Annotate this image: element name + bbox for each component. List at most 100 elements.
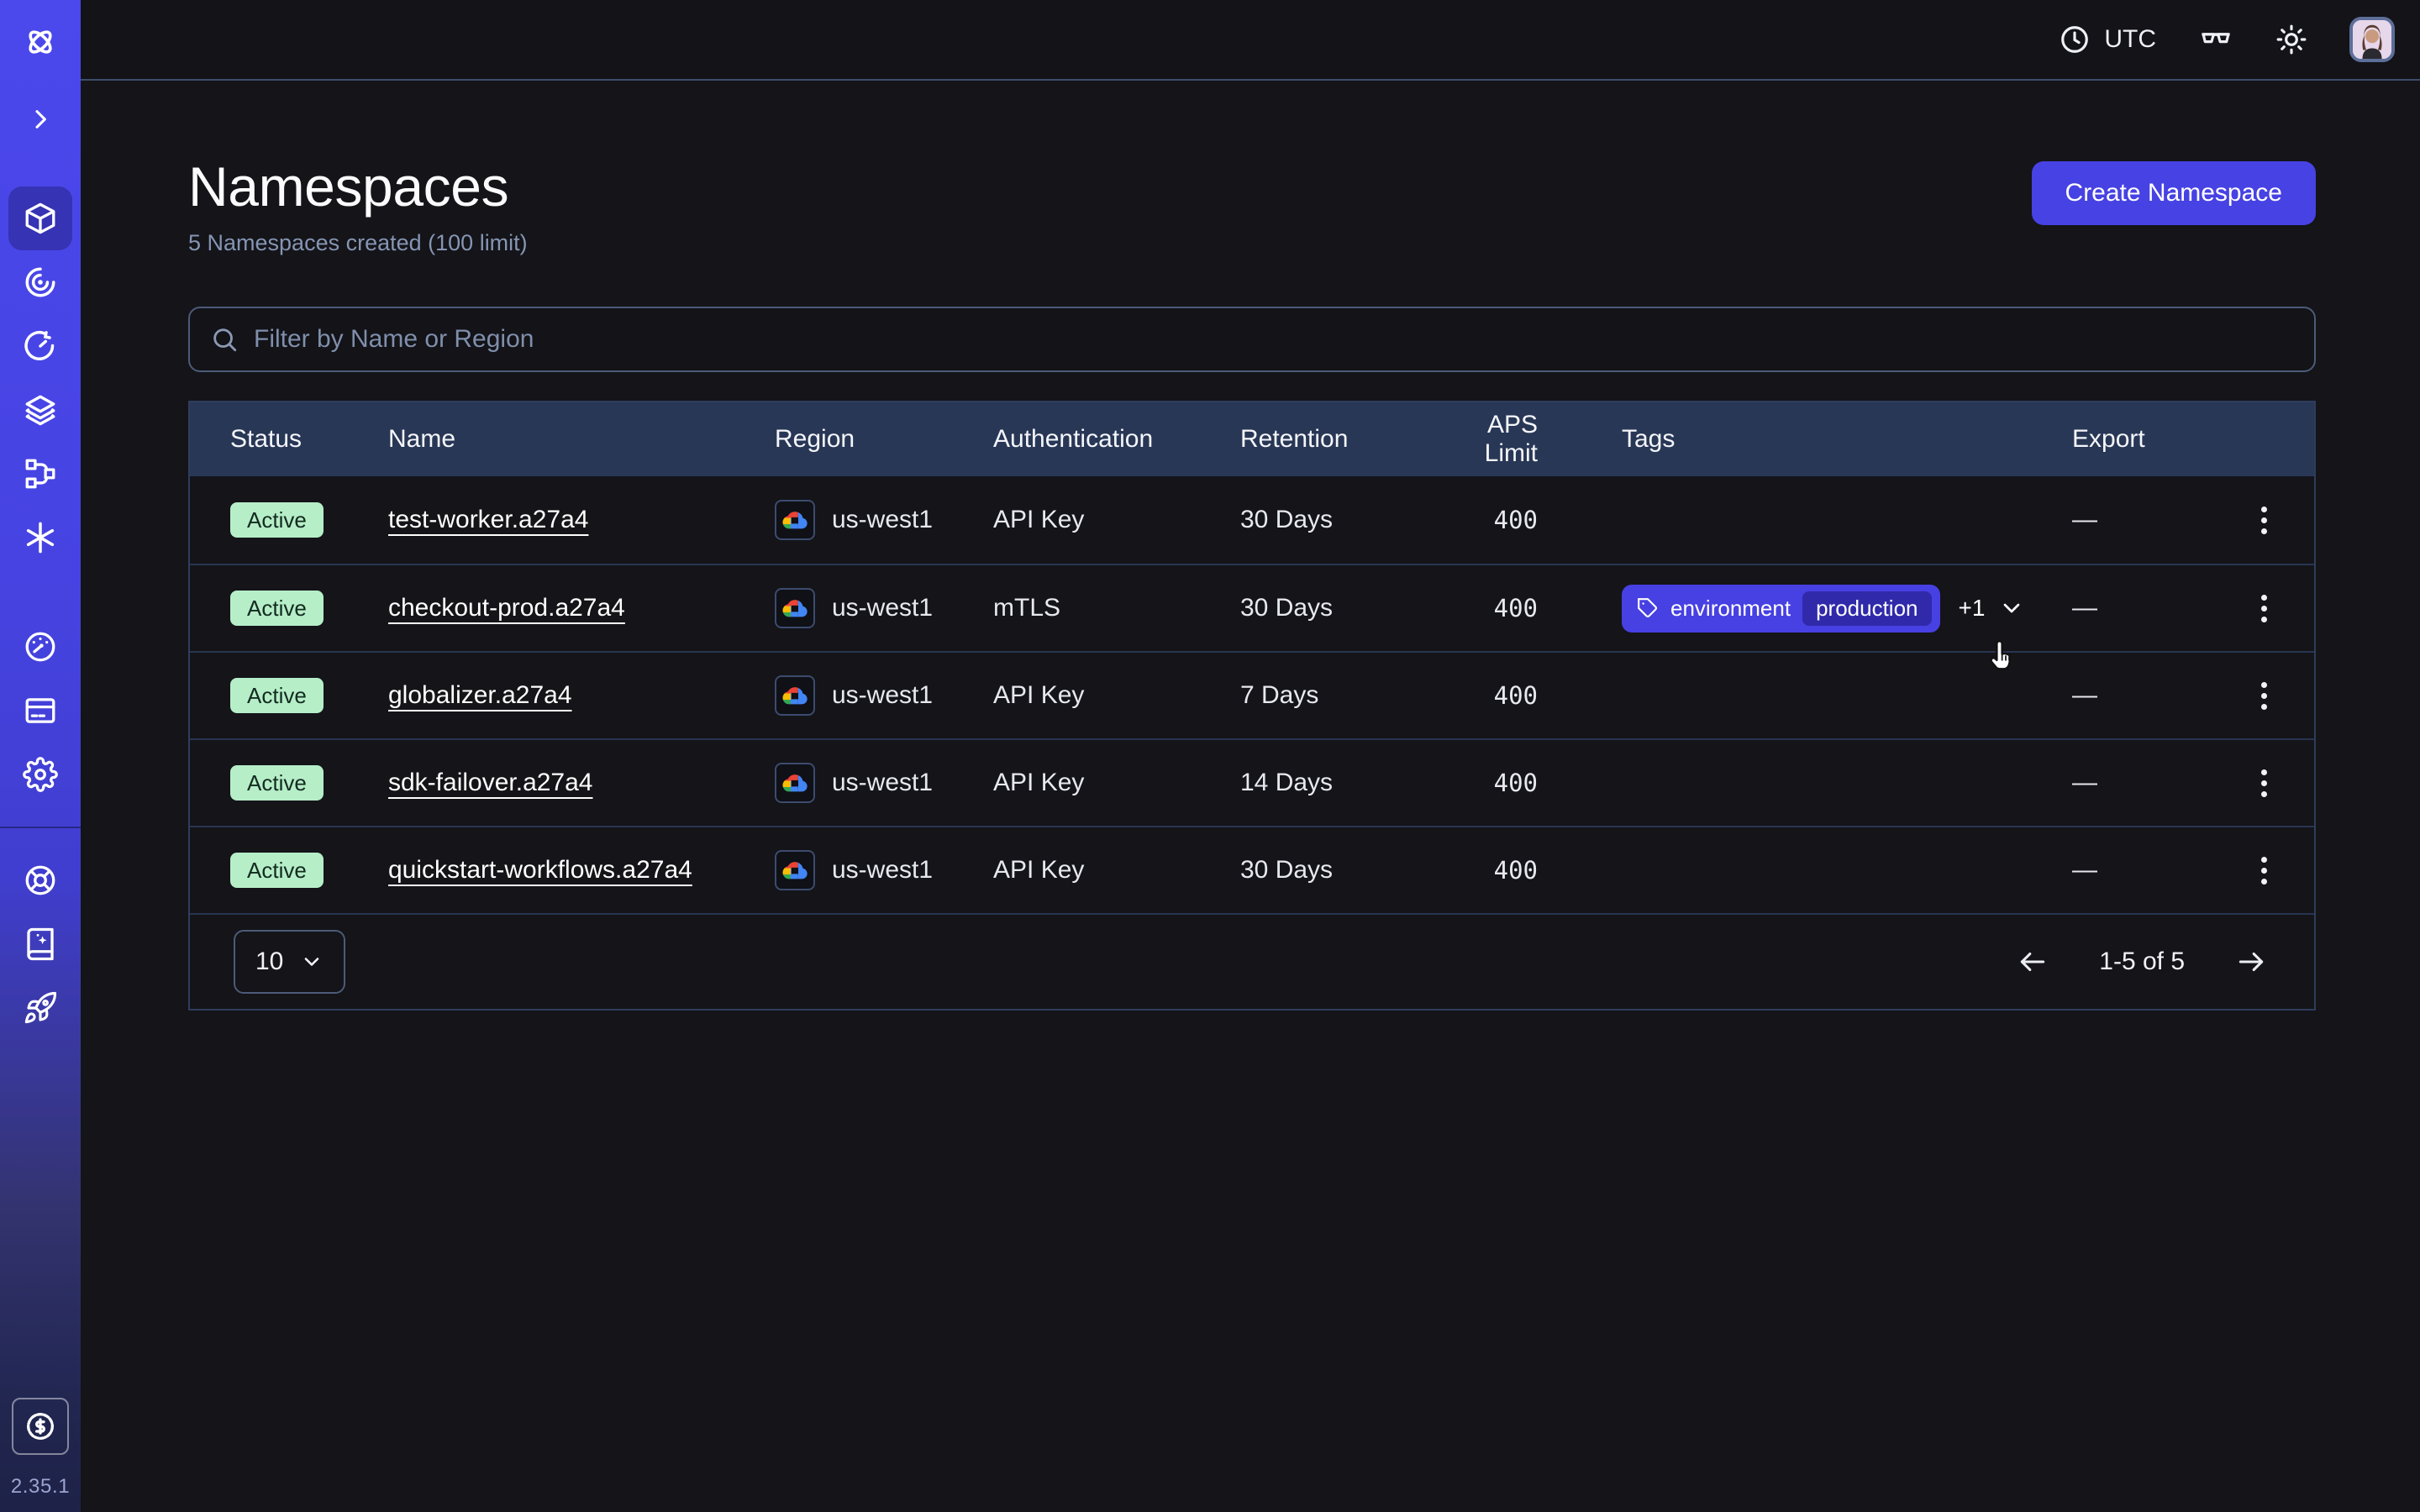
region-cell: us-west1 [775,500,993,540]
table-header: Status Name Region Authentication Retent… [190,402,2314,476]
row-actions-kebab-button[interactable] [2254,675,2274,717]
tags-cell: environmentproduction+1 [1538,585,2072,633]
previous-page-button[interactable] [2013,942,2052,981]
user-avatar[interactable] [2349,17,2395,62]
sidebar-item-batch-operations[interactable] [8,442,72,506]
status-badge: Active [230,502,324,538]
main-content: Namespaces 5 Namespaces created (100 lim… [81,81,2420,1512]
sidebar-item-namespaces[interactable] [8,186,72,250]
namespace-link[interactable]: sdk-failover.a27a4 [388,769,593,797]
name-cell: globalizer.a27a4 [388,681,775,710]
namespace-link[interactable]: globalizer.a27a4 [388,681,572,710]
row-actions-kebab-button[interactable] [2254,850,2274,891]
aps-limit-cell: 400 [1432,769,1538,797]
sidebar-item-docs[interactable] [8,912,72,976]
column-header-aps-limit: APS Limit [1432,411,1538,468]
region-label: us-west1 [832,594,933,622]
sidebar-item-usage[interactable] [8,615,72,679]
theme-toggle-sun-icon[interactable] [2275,24,2307,55]
timezone-label: UTC [2104,25,2156,54]
region-label: us-west1 [832,856,933,885]
gcp-logo-icon [775,588,815,628]
export-cell: — [2072,675,2274,717]
sidebar-expand-chevron[interactable] [8,87,72,151]
gcp-logo-icon [775,763,815,803]
export-cell: — [2072,763,2274,804]
aps-limit-cell: 400 [1432,856,1538,885]
region-label: us-west1 [832,681,933,710]
app-version: 2.35.1 [11,1475,70,1499]
namespace-link[interactable]: test-worker.a27a4 [388,506,588,534]
table-row: Active quickstart-workflows.a27a4 us-wes… [190,826,2314,913]
name-cell: checkout-prod.a27a4 [388,594,775,622]
export-cell: — [2072,850,2274,891]
aps-limit-cell: 400 [1432,506,1538,534]
row-actions-kebab-button[interactable] [2254,500,2274,541]
export-value: — [2072,769,2097,797]
namespaces-page: 2.35.1 UTC [0,0,2420,1512]
table-row: Active globalizer.a27a4 us-west1 [190,651,2314,738]
filter-input[interactable] [254,325,2294,354]
pagination-range: 1-5 of 5 [2099,948,2185,976]
name-cell: quickstart-workflows.a27a4 [388,856,775,885]
auth-cell: API Key [993,856,1240,885]
export-value: — [2072,681,2097,710]
status-cell: Active [230,853,388,888]
retention-cell: 14 Days [1240,769,1432,797]
row-actions-kebab-button[interactable] [2254,763,2274,804]
sidebar-item-settings[interactable] [8,743,72,806]
auth-cell: API Key [993,681,1240,710]
table-row: Active checkout-prod.a27a4 us-west1 [190,564,2314,651]
name-cell: test-worker.a27a4 [388,506,775,534]
status-cell: Active [230,678,388,713]
sidebar-item-getting-started[interactable] [8,976,72,1040]
retention-cell: 30 Days [1240,594,1432,622]
auth-cell: mTLS [993,594,1240,622]
column-header-export: Export [2072,425,2274,454]
tag-key: environment [1670,596,1791,622]
sidebar-item-support[interactable] [8,848,72,912]
column-header-status: Status [230,425,388,454]
auth-cell: API Key [993,506,1240,534]
sidebar-item-workflows[interactable] [8,250,72,314]
next-page-button[interactable] [2232,942,2270,981]
pricing-dollar-icon[interactable] [12,1398,69,1455]
aps-limit-cell: 400 [1432,681,1538,710]
export-cell: — [2072,588,2274,629]
row-actions-kebab-button[interactable] [2254,588,2274,629]
retention-cell: 7 Days [1240,681,1432,710]
region-cell: us-west1 [775,588,993,628]
region-cell: us-west1 [775,850,993,890]
name-cell: sdk-failover.a27a4 [388,769,775,797]
create-namespace-button[interactable]: Create Namespace [2032,161,2316,225]
temporal-logo[interactable] [8,10,72,74]
sidebar-item-nexus[interactable] [8,506,72,570]
page-title: Namespaces [188,155,2316,218]
sidebar: 2.35.1 [0,0,81,1512]
tag-pill[interactable]: environment production [1622,585,1940,633]
glasses-icon[interactable] [2198,22,2233,57]
sidebar-item-billing[interactable] [8,679,72,743]
tags-expand-chevron[interactable] [1998,595,2025,622]
table-body: Active test-worker.a27a4 us-west1 [190,476,2314,913]
timezone-selector[interactable]: UTC [2059,24,2156,55]
sidebar-item-deployments[interactable] [8,378,72,442]
filter-field [188,307,2316,372]
page-subtitle: 5 Namespaces created (100 limit) [188,230,2316,256]
tag-value: production [1802,591,1931,626]
export-cell: — [2072,500,2274,541]
auth-cell: API Key [993,769,1240,797]
page-size-select[interactable]: 10 [234,930,345,994]
table-row: Active test-worker.a27a4 us-west1 [190,476,2314,564]
namespaces-table: Status Name Region Authentication Retent… [188,401,2316,1011]
clock-icon [2059,24,2091,55]
namespace-link[interactable]: checkout-prod.a27a4 [388,594,625,622]
export-value: — [2072,856,2097,885]
topbar: UTC [81,0,2420,81]
retention-cell: 30 Days [1240,506,1432,534]
gcp-logo-icon [775,850,815,890]
status-cell: Active [230,765,388,801]
sidebar-item-schedules[interactable] [8,314,72,378]
gcp-logo-icon [775,675,815,716]
namespace-link[interactable]: quickstart-workflows.a27a4 [388,856,692,885]
